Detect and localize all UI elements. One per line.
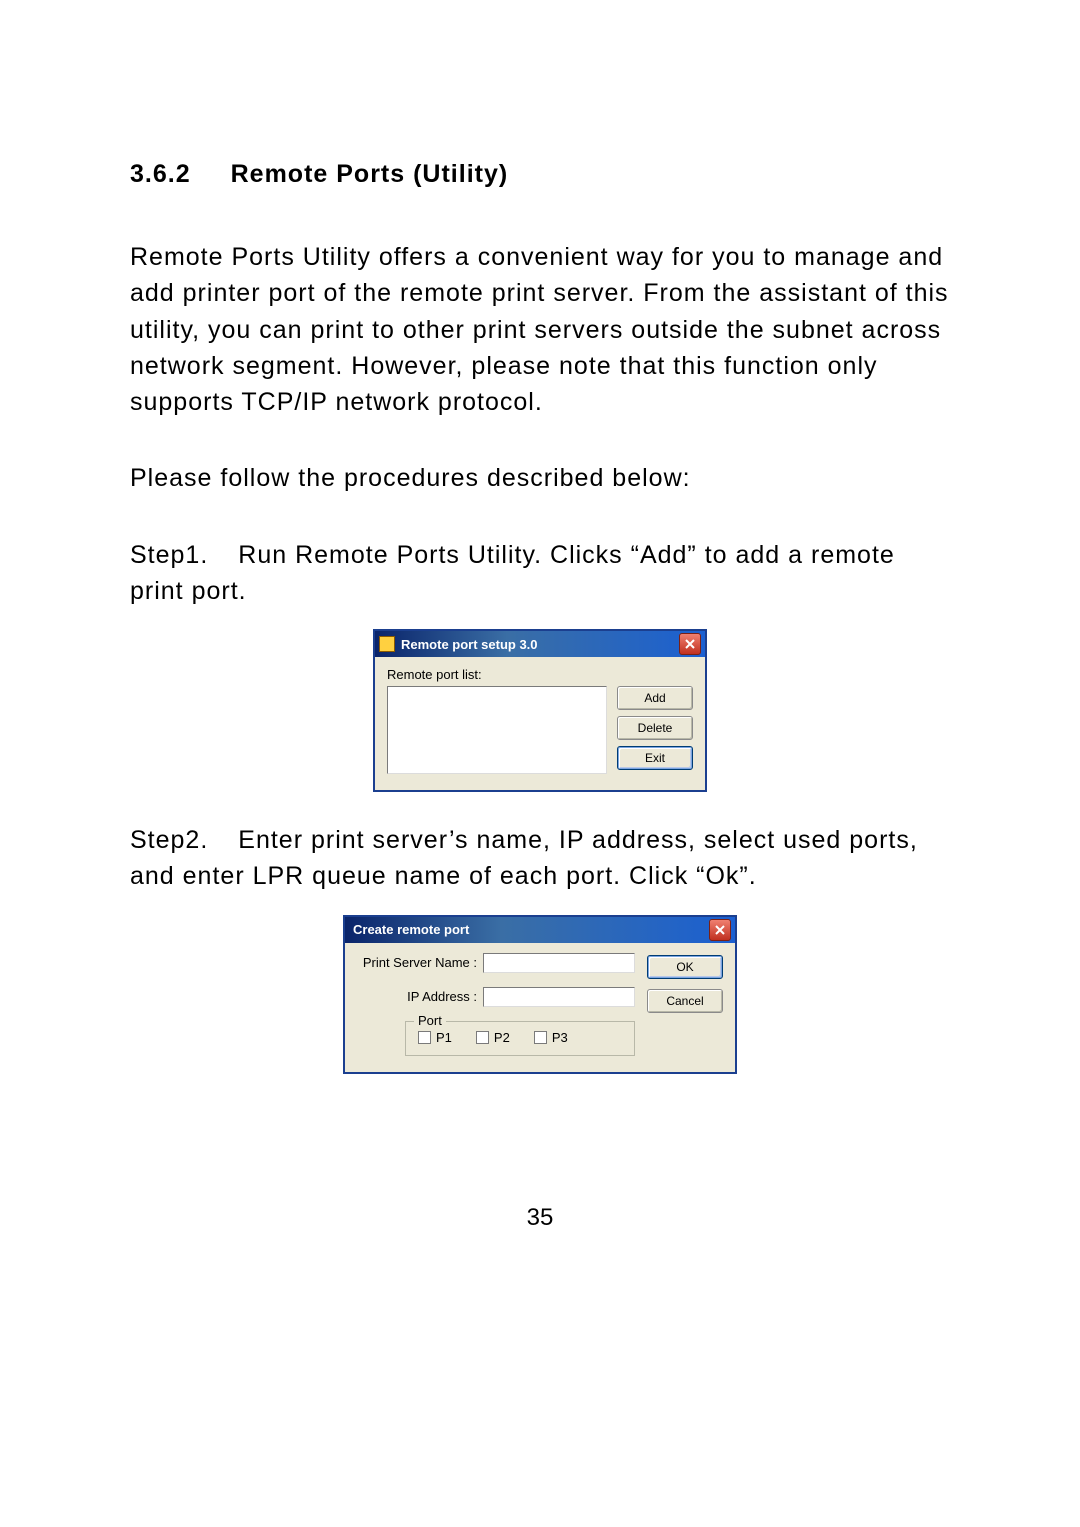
step1-label: Step1.: [130, 537, 208, 573]
p2-label: P2: [494, 1030, 510, 1045]
close-icon[interactable]: [679, 633, 701, 655]
add-button[interactable]: Add: [617, 686, 693, 710]
port-fieldset: Port P1 P2 P3: [405, 1021, 635, 1056]
dialog1-titlebar[interactable]: Remote port setup 3.0: [375, 631, 705, 657]
checkbox-p1[interactable]: P1: [418, 1030, 452, 1045]
step1-paragraph: Step1.Run Remote Ports Utility. Clicks “…: [130, 537, 950, 610]
remote-port-list-label: Remote port list:: [387, 667, 693, 682]
print-server-name-input[interactable]: [483, 953, 635, 973]
step1-text: Run Remote Ports Utility. Clicks “Add” t…: [130, 541, 895, 605]
step2-paragraph: Step2.Enter print server’s name, IP addr…: [130, 822, 950, 895]
checkbox-p3[interactable]: P3: [534, 1030, 568, 1045]
port-group-label: Port: [414, 1013, 446, 1028]
app-icon: [379, 636, 395, 652]
checkbox-p2[interactable]: P2: [476, 1030, 510, 1045]
exit-button[interactable]: Exit: [617, 746, 693, 770]
section-title: Remote Ports (Utility): [231, 160, 509, 188]
cancel-button[interactable]: Cancel: [647, 989, 723, 1013]
p3-label: P3: [552, 1030, 568, 1045]
step2-label: Step2.: [130, 822, 208, 858]
dialog2-titlebar[interactable]: Create remote port: [345, 917, 735, 943]
intro-paragraph: Remote Ports Utility offers a convenient…: [130, 239, 950, 420]
checkbox-icon: [418, 1031, 431, 1044]
remote-port-setup-dialog: Remote port setup 3.0 Remote port list: …: [373, 629, 707, 792]
ok-button[interactable]: OK: [647, 955, 723, 979]
create-remote-port-dialog: Create remote port Print Server Name : I…: [343, 915, 737, 1074]
delete-button[interactable]: Delete: [617, 716, 693, 740]
step2-text: Enter print server’s name, IP address, s…: [130, 826, 918, 890]
checkbox-icon: [476, 1031, 489, 1044]
follow-paragraph: Please follow the procedures described b…: [130, 460, 950, 496]
p1-label: P1: [436, 1030, 452, 1045]
checkbox-icon: [534, 1031, 547, 1044]
print-server-name-label: Print Server Name :: [357, 955, 483, 970]
ip-address-label: IP Address :: [357, 989, 483, 1004]
remote-port-listbox[interactable]: [387, 686, 607, 774]
dialog2-title: Create remote port: [349, 922, 709, 937]
section-number: 3.6.2: [130, 160, 191, 189]
dialog1-title: Remote port setup 3.0: [401, 637, 679, 652]
close-icon[interactable]: [709, 919, 731, 941]
ip-address-input[interactable]: [483, 987, 635, 1007]
section-heading: 3.6.2 Remote Ports (Utility): [130, 160, 950, 189]
page-number: 35: [130, 1204, 950, 1232]
